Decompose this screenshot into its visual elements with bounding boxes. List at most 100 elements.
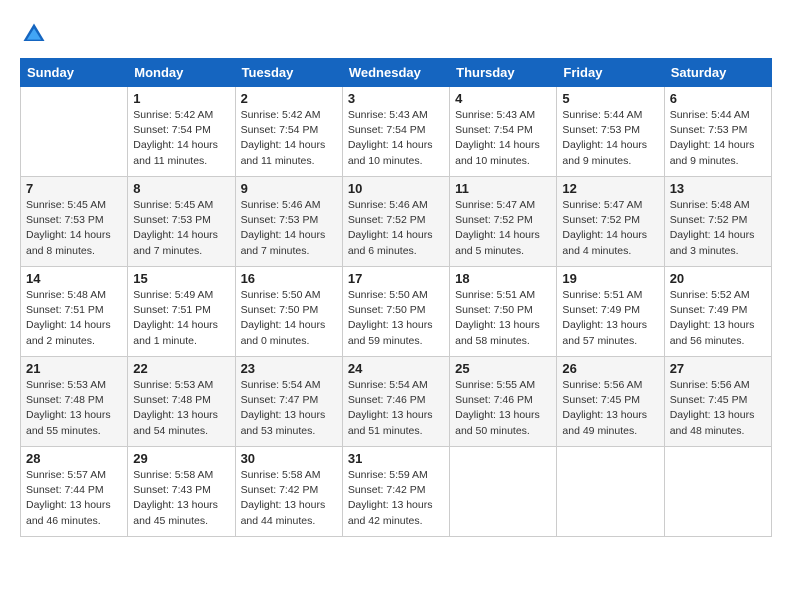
col-header-wednesday: Wednesday <box>342 59 449 87</box>
day-info: Sunrise: 5:46 AM Sunset: 7:52 PM Dayligh… <box>348 198 444 259</box>
day-number: 28 <box>26 451 122 466</box>
day-number: 16 <box>241 271 337 286</box>
day-info: Sunrise: 5:52 AM Sunset: 7:49 PM Dayligh… <box>670 288 766 349</box>
calendar-cell <box>450 447 557 537</box>
day-number: 12 <box>562 181 658 196</box>
day-number: 14 <box>26 271 122 286</box>
day-number: 6 <box>670 91 766 106</box>
calendar-cell: 26Sunrise: 5:56 AM Sunset: 7:45 PM Dayli… <box>557 357 664 447</box>
col-header-monday: Monday <box>128 59 235 87</box>
calendar-cell: 13 Sunrise: 5:48 AM Sunset: 7:52 PM Dayli… <box>664 177 771 267</box>
col-header-saturday: Saturday <box>664 59 771 87</box>
calendar-cell: 1 Sunrise: 5:42 AM Sunset: 7:54 PM Daylig… <box>128 87 235 177</box>
day-number: 11 <box>455 181 551 196</box>
day-info: Sunrise: 5:49 AM Sunset: 7:51 PM Dayligh… <box>133 288 229 349</box>
day-number: 30 <box>241 451 337 466</box>
col-header-tuesday: Tuesday <box>235 59 342 87</box>
calendar-cell: 9Sunrise: 5:46 AM Sunset: 7:53 PM Daylig… <box>235 177 342 267</box>
day-number: 20 <box>670 271 766 286</box>
day-number: 29 <box>133 451 229 466</box>
calendar-cell: 25 Sunrise: 5:55 AM Sunset: 7:46 PM Dayli… <box>450 357 557 447</box>
day-number: 13 <box>670 181 766 196</box>
day-number: 23 <box>241 361 337 376</box>
page-header <box>20 20 772 48</box>
logo-icon <box>20 20 48 48</box>
calendar-cell: 19 Sunrise: 5:51 AM Sunset: 7:49 PM Dayli… <box>557 267 664 357</box>
week-row-1: 1 Sunrise: 5:42 AM Sunset: 7:54 PM Daylig… <box>21 87 772 177</box>
day-number: 1 <box>133 91 229 106</box>
day-number: 21 <box>26 361 122 376</box>
day-number: 18 <box>455 271 551 286</box>
day-info: Sunrise: 5:51 AM Sunset: 7:50 PM Dayligh… <box>455 288 551 349</box>
day-info: Sunrise: 5:54 AM Sunset: 7:47 PM Dayligh… <box>241 378 337 439</box>
day-info: Sunrise: 5:44 AM Sunset: 7:53 PM Dayligh… <box>562 108 658 169</box>
calendar-cell: 28 Sunrise: 5:57 AM Sunset: 7:44 PM Dayli… <box>21 447 128 537</box>
calendar-cell: 23 Sunrise: 5:54 AM Sunset: 7:47 PM Dayli… <box>235 357 342 447</box>
calendar-cell: 7 Sunrise: 5:45 AM Sunset: 7:53 PM Daylig… <box>21 177 128 267</box>
day-info: Sunrise: 5:45 AM Sunset: 7:53 PM Dayligh… <box>133 198 229 259</box>
day-info: Sunrise: 5:58 AM Sunset: 7:43 PM Dayligh… <box>133 468 229 529</box>
calendar-cell: 2Sunrise: 5:42 AM Sunset: 7:54 PM Daylig… <box>235 87 342 177</box>
calendar-cell: 29 Sunrise: 5:58 AM Sunset: 7:43 PM Dayli… <box>128 447 235 537</box>
week-row-3: 14 Sunrise: 5:48 AM Sunset: 7:51 PM Dayli… <box>21 267 772 357</box>
calendar-cell: 8 Sunrise: 5:45 AM Sunset: 7:53 PM Daylig… <box>128 177 235 267</box>
day-number: 25 <box>455 361 551 376</box>
calendar-cell: 21 Sunrise: 5:53 AM Sunset: 7:48 PM Dayli… <box>21 357 128 447</box>
day-info: Sunrise: 5:45 AM Sunset: 7:53 PM Dayligh… <box>26 198 122 259</box>
day-info: Sunrise: 5:46 AM Sunset: 7:53 PM Dayligh… <box>241 198 337 259</box>
calendar-cell: 18 Sunrise: 5:51 AM Sunset: 7:50 PM Dayli… <box>450 267 557 357</box>
calendar-cell: 24 Sunrise: 5:54 AM Sunset: 7:46 PM Dayli… <box>342 357 449 447</box>
calendar-cell: 22Sunrise: 5:53 AM Sunset: 7:48 PM Dayli… <box>128 357 235 447</box>
week-row-4: 21 Sunrise: 5:53 AM Sunset: 7:48 PM Dayli… <box>21 357 772 447</box>
day-number: 19 <box>562 271 658 286</box>
day-info: Sunrise: 5:48 AM Sunset: 7:52 PM Dayligh… <box>670 198 766 259</box>
day-info: Sunrise: 5:53 AM Sunset: 7:48 PM Dayligh… <box>26 378 122 439</box>
day-number: 4 <box>455 91 551 106</box>
calendar-cell: 20 Sunrise: 5:52 AM Sunset: 7:49 PM Dayli… <box>664 267 771 357</box>
day-info: Sunrise: 5:42 AM Sunset: 7:54 PM Dayligh… <box>241 108 337 169</box>
day-number: 15 <box>133 271 229 286</box>
day-number: 31 <box>348 451 444 466</box>
day-number: 27 <box>670 361 766 376</box>
day-info: Sunrise: 5:56 AM Sunset: 7:45 PM Dayligh… <box>562 378 658 439</box>
day-info: Sunrise: 5:48 AM Sunset: 7:51 PM Dayligh… <box>26 288 122 349</box>
day-info: Sunrise: 5:59 AM Sunset: 7:42 PM Dayligh… <box>348 468 444 529</box>
calendar-cell: 3Sunrise: 5:43 AM Sunset: 7:54 PM Daylig… <box>342 87 449 177</box>
day-info: Sunrise: 5:57 AM Sunset: 7:44 PM Dayligh… <box>26 468 122 529</box>
week-row-5: 28 Sunrise: 5:57 AM Sunset: 7:44 PM Dayli… <box>21 447 772 537</box>
day-info: Sunrise: 5:51 AM Sunset: 7:49 PM Dayligh… <box>562 288 658 349</box>
calendar-cell: 5 Sunrise: 5:44 AM Sunset: 7:53 PM Daylig… <box>557 87 664 177</box>
calendar-cell: 6 Sunrise: 5:44 AM Sunset: 7:53 PM Daylig… <box>664 87 771 177</box>
day-number: 5 <box>562 91 658 106</box>
day-number: 10 <box>348 181 444 196</box>
day-number: 24 <box>348 361 444 376</box>
calendar-cell: 4 Sunrise: 5:43 AM Sunset: 7:54 PM Daylig… <box>450 87 557 177</box>
calendar-cell: 12Sunrise: 5:47 AM Sunset: 7:52 PM Dayli… <box>557 177 664 267</box>
day-number: 3 <box>348 91 444 106</box>
col-header-sunday: Sunday <box>21 59 128 87</box>
calendar-cell <box>664 447 771 537</box>
day-info: Sunrise: 5:54 AM Sunset: 7:46 PM Dayligh… <box>348 378 444 439</box>
day-number: 8 <box>133 181 229 196</box>
day-number: 7 <box>26 181 122 196</box>
calendar-cell: 10 Sunrise: 5:46 AM Sunset: 7:52 PM Dayli… <box>342 177 449 267</box>
calendar-table: SundayMondayTuesdayWednesdayThursdayFrid… <box>20 58 772 537</box>
day-info: Sunrise: 5:47 AM Sunset: 7:52 PM Dayligh… <box>455 198 551 259</box>
day-info: Sunrise: 5:42 AM Sunset: 7:54 PM Dayligh… <box>133 108 229 169</box>
day-info: Sunrise: 5:44 AM Sunset: 7:53 PM Dayligh… <box>670 108 766 169</box>
calendar-cell: 14 Sunrise: 5:48 AM Sunset: 7:51 PM Dayli… <box>21 267 128 357</box>
col-header-friday: Friday <box>557 59 664 87</box>
day-info: Sunrise: 5:55 AM Sunset: 7:46 PM Dayligh… <box>455 378 551 439</box>
col-header-thursday: Thursday <box>450 59 557 87</box>
logo <box>20 20 52 48</box>
calendar-cell <box>21 87 128 177</box>
calendar-cell: 30Sunrise: 5:58 AM Sunset: 7:42 PM Dayli… <box>235 447 342 537</box>
calendar-cell: 16Sunrise: 5:50 AM Sunset: 7:50 PM Dayli… <box>235 267 342 357</box>
day-info: Sunrise: 5:50 AM Sunset: 7:50 PM Dayligh… <box>348 288 444 349</box>
calendar-cell: 15 Sunrise: 5:49 AM Sunset: 7:51 PM Dayli… <box>128 267 235 357</box>
day-number: 22 <box>133 361 229 376</box>
header-row: SundayMondayTuesdayWednesdayThursdayFrid… <box>21 59 772 87</box>
week-row-2: 7 Sunrise: 5:45 AM Sunset: 7:53 PM Daylig… <box>21 177 772 267</box>
calendar-cell: 31 Sunrise: 5:59 AM Sunset: 7:42 PM Dayli… <box>342 447 449 537</box>
day-info: Sunrise: 5:43 AM Sunset: 7:54 PM Dayligh… <box>455 108 551 169</box>
